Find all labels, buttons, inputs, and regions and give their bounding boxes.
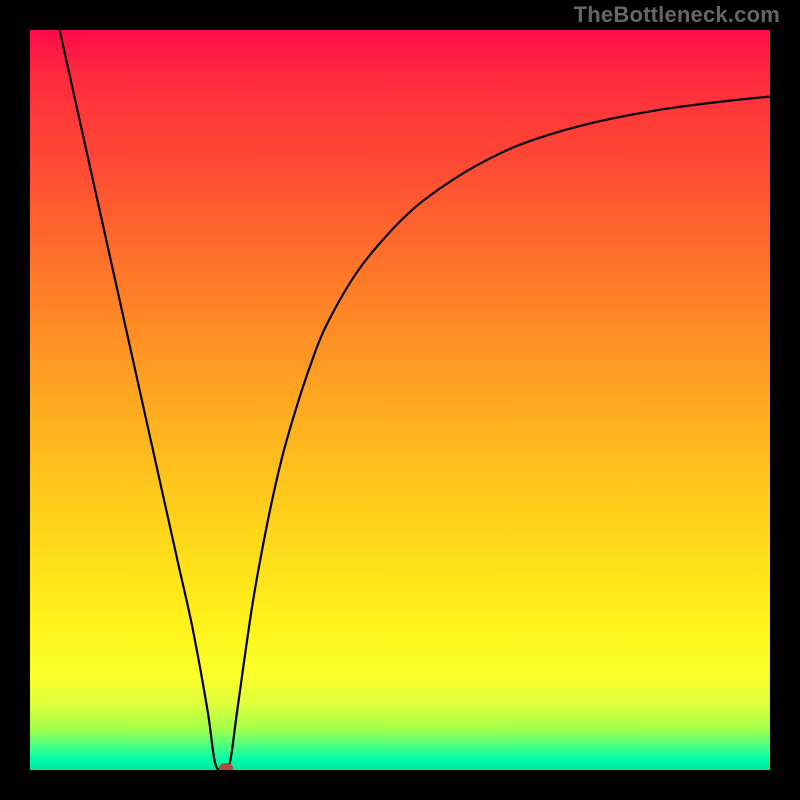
plot-area xyxy=(30,30,770,770)
bottleneck-curve xyxy=(30,30,770,770)
watermark-text: TheBottleneck.com xyxy=(574,2,780,28)
chart-frame: TheBottleneck.com xyxy=(0,0,800,800)
optimum-marker xyxy=(219,763,233,770)
